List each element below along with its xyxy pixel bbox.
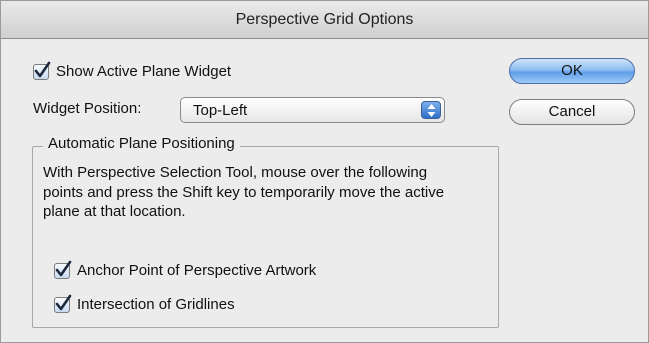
checkmark-icon — [34, 61, 51, 77]
anchor-point-option[interactable]: Anchor Point of Perspective Artwork — [54, 260, 317, 279]
ok-button[interactable]: OK — [509, 58, 635, 84]
widget-position-label: Widget Position: — [33, 100, 142, 117]
cancel-button[interactable]: Cancel — [509, 99, 635, 125]
up-down-arrows-icon — [421, 101, 441, 119]
anchor-point-label: Anchor Point of Perspective Artwork — [77, 262, 317, 279]
widget-position-select[interactable]: Top-Left — [180, 97, 445, 123]
gridlines-option[interactable]: Intersection of Gridlines — [54, 294, 235, 313]
show-widget-label: Show Active Plane Widget — [56, 63, 232, 80]
dialog-window: Perspective Grid Options Show Active Pla… — [0, 0, 649, 343]
anchor-point-checkbox[interactable] — [54, 260, 72, 279]
show-widget-checkbox[interactable] — [33, 61, 51, 80]
gridlines-label: Intersection of Gridlines — [77, 296, 235, 313]
checkmark-icon — [55, 294, 72, 310]
auto-plane-title: Automatic Plane Positioning — [43, 135, 240, 152]
show-widget-option[interactable]: Show Active Plane Widget — [33, 61, 232, 80]
widget-position-value: Top-Left — [193, 102, 248, 119]
gridlines-checkbox[interactable] — [54, 294, 72, 313]
auto-plane-description: With Perspective Selection Tool, mouse o… — [43, 164, 445, 220]
dialog-title: Perspective Grid Options — [1, 1, 648, 39]
checkmark-icon — [55, 260, 72, 276]
